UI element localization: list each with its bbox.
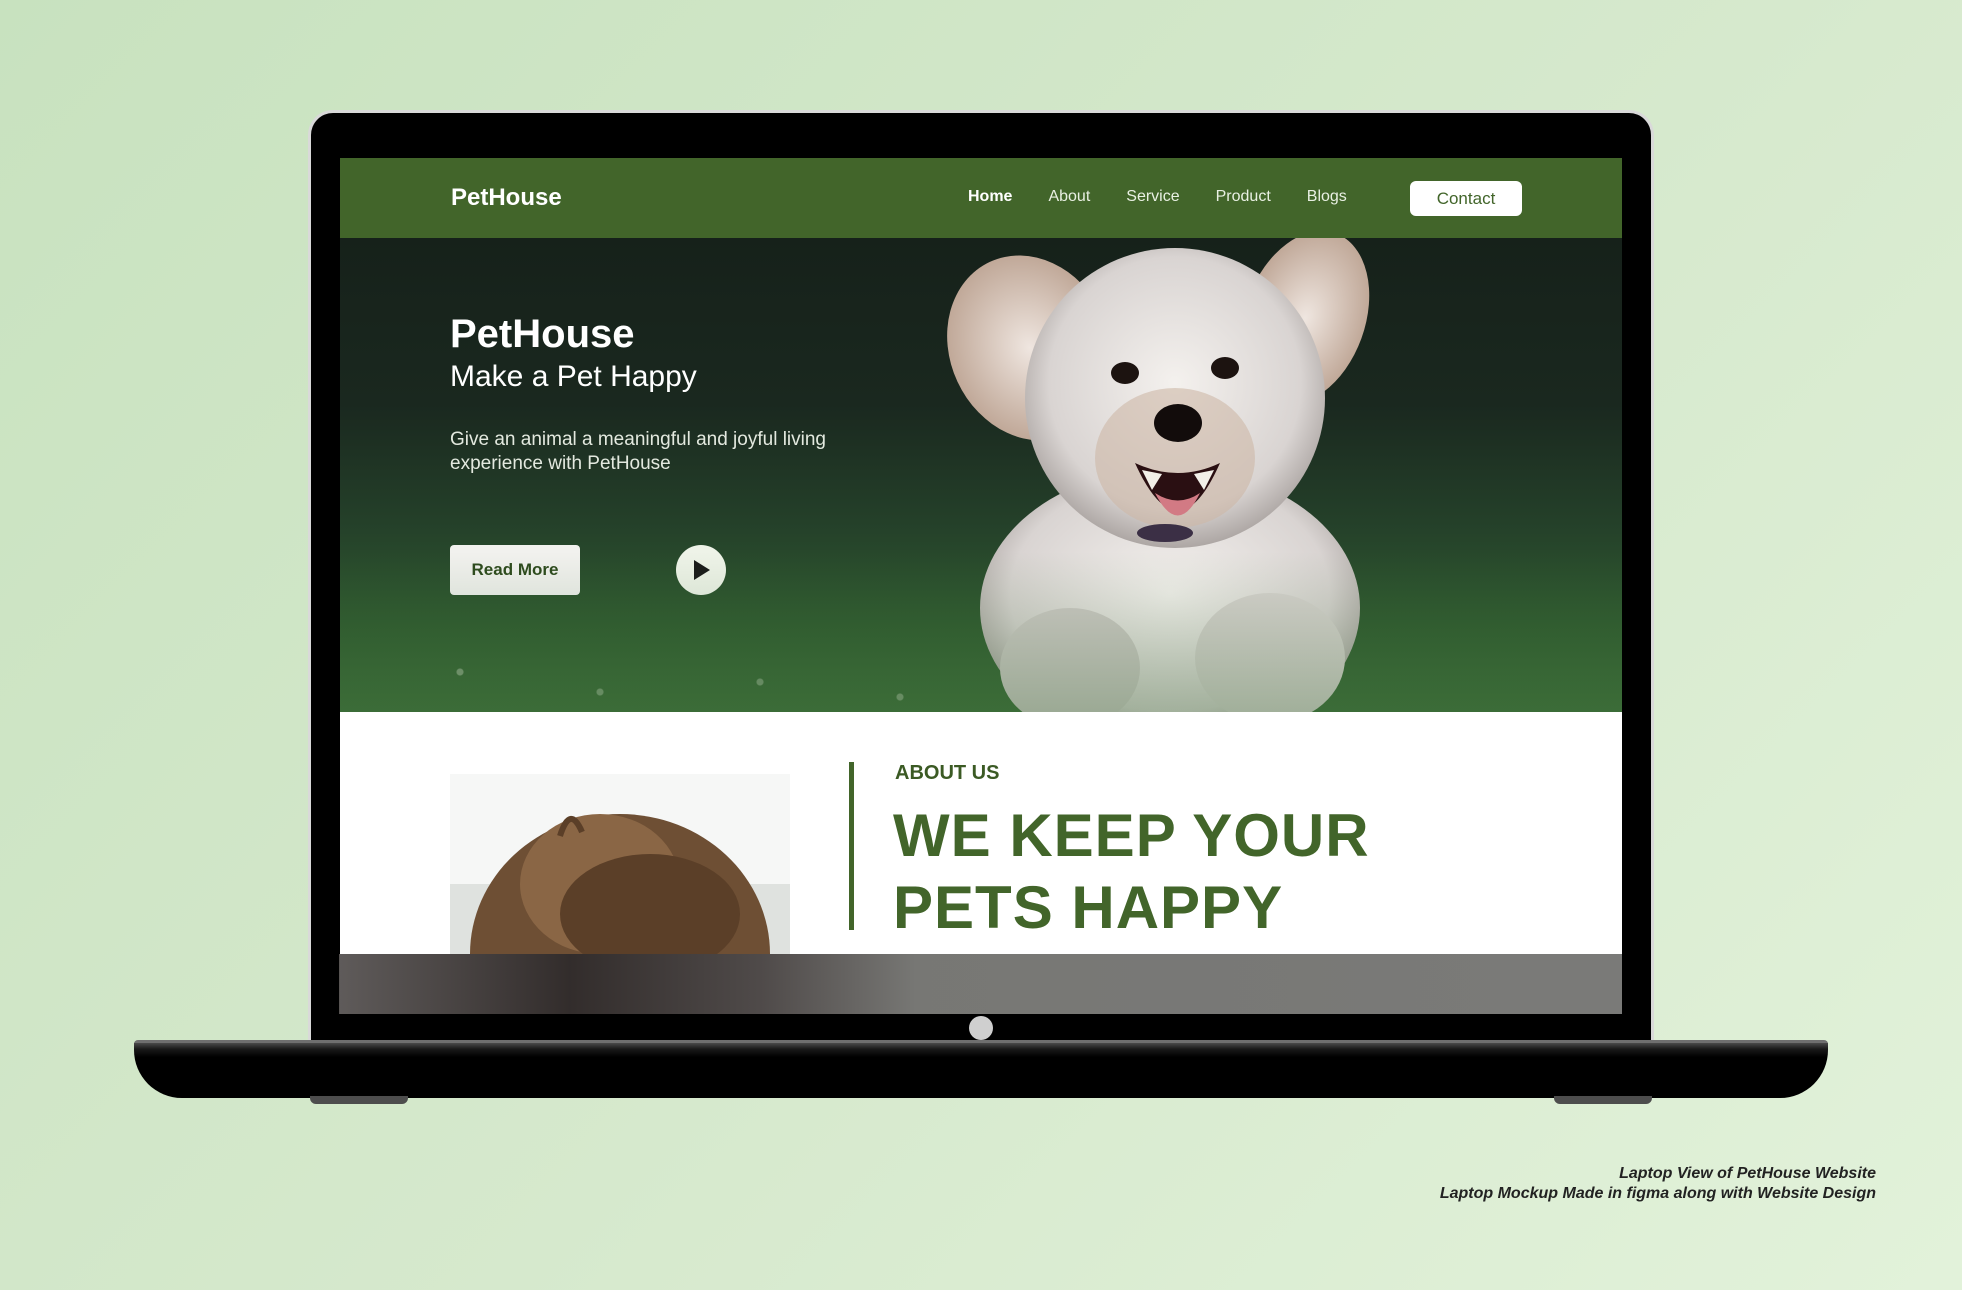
webcam-dot [969,1016,993,1040]
navbar: PetHouse Home About Service Product Blog… [340,158,1622,238]
hero-description: Give an animal a meaningful and joyful l… [450,429,826,474]
about-heading: WE KEEP YOUR PETS HAPPY [893,800,1533,944]
about-accent-bar [849,762,854,930]
caption-line-1: Laptop View of PetHouse Website [1619,1165,1876,1182]
nav-link-product[interactable]: Product [1216,188,1271,206]
mockup-caption: Laptop View of PetHouse Website Laptop M… [1440,1164,1876,1204]
laptop-foot-left [310,1096,408,1104]
nav-link-home[interactable]: Home [968,188,1012,206]
play-icon [694,560,710,580]
hero-title: PetHouse [450,312,635,356]
nav-link-about[interactable]: About [1048,188,1090,206]
contact-button[interactable]: Contact [1410,181,1522,216]
brand-logo[interactable]: PetHouse [451,184,562,212]
dog-photo [947,238,1370,712]
laptop-base [134,1043,1828,1098]
play-button[interactable] [676,545,726,595]
nav-link-service[interactable]: Service [1126,188,1179,206]
nav-links: Home About Service Product Blogs [968,188,1383,206]
mockup-canvas: PetHouse Home About Service Product Blog… [0,0,1962,1290]
caption-line-2: Laptop Mockup Made in figma along with W… [1439,1185,1876,1202]
hero-subtitle: Make a Pet Happy [450,360,697,393]
hero-section: PetHouse Make a Pet Happy Give an animal… [340,238,1622,712]
about-kicker: ABOUT US [895,762,1000,784]
laptop-foot-right [1554,1096,1652,1104]
about-heading-line-1: WE KEEP YOUR [893,802,1370,869]
about-heading-line-2: PETS HAPPY [893,874,1284,941]
pet-head-photo [450,774,790,954]
laptop-screen: PetHouse Home About Service Product Blog… [340,158,1622,1014]
read-more-button[interactable]: Read More [450,545,580,595]
nav-link-blogs[interactable]: Blogs [1307,188,1347,206]
screen-chin-band [339,954,1622,1014]
